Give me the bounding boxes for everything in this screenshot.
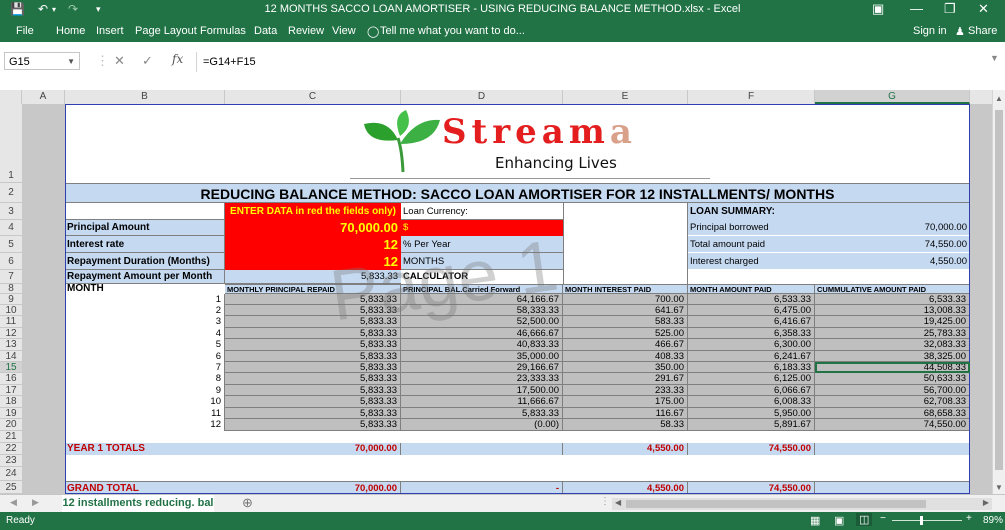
tab-formulas[interactable]: Formulas	[200, 25, 246, 37]
row-header-16[interactable]: 16	[0, 373, 22, 385]
tab-data[interactable]: Data	[254, 25, 277, 37]
row-header-13[interactable]: 13	[0, 339, 22, 351]
column-header-c[interactable]: C	[225, 90, 401, 104]
row-header-4[interactable]: 4	[0, 220, 22, 236]
more-sheets-icon: ⋮	[600, 496, 610, 507]
chevron-down-icon[interactable]: ▼	[67, 53, 75, 71]
zoom-slider[interactable]	[892, 520, 962, 521]
row-header-18[interactable]: 18	[0, 396, 22, 408]
tab-insert[interactable]: Insert	[96, 25, 124, 37]
hscroll-thumb[interactable]	[626, 500, 926, 508]
next-sheet-icon[interactable]: ▶	[32, 497, 39, 508]
row-header-15[interactable]: 15	[0, 362, 22, 373]
column-header-b[interactable]: B	[65, 90, 225, 104]
status-mode: Ready	[6, 515, 35, 526]
row-header-22[interactable]: 22	[0, 443, 22, 455]
ribbon-tabs: File Home Insert Page Layout Formulas Da…	[0, 20, 1005, 42]
row-header-6[interactable]: 6	[0, 253, 22, 270]
row-header-24[interactable]: 24	[0, 467, 22, 481]
row-header-25[interactable]: 25	[0, 481, 22, 494]
formula-bar: G15 ▼ ⋮ ✕ ✓ fx =G14+F15 ▼	[0, 42, 1005, 91]
restore-icon[interactable]: ❐	[944, 1, 956, 17]
column-header-f[interactable]: F	[688, 90, 815, 104]
column-header-d[interactable]: D	[401, 90, 563, 104]
scroll-up-icon[interactable]: ▲	[995, 94, 1003, 103]
horizontal-scrollbar[interactable]: ◀ ▶	[612, 498, 992, 510]
new-sheet-icon[interactable]: ⊕	[242, 495, 253, 511]
scroll-thumb[interactable]	[995, 110, 1003, 470]
close-icon[interactable]: ✕	[978, 1, 989, 17]
name-box-value: G15	[9, 56, 30, 68]
row-header-9[interactable]: 9	[0, 294, 22, 305]
ribbon-display-icon[interactable]: ▣	[872, 1, 884, 17]
tell-me-box[interactable]: Tell me what you want to do...	[380, 25, 525, 37]
sheet-tab-bar: ◀ ▶ 12 installments reducing. bal ⊕ ⋮ ◀ …	[0, 494, 1005, 514]
cancel-icon[interactable]: ✕	[114, 53, 125, 69]
selected-cell-g15[interactable]: 44,508.33	[815, 362, 970, 373]
name-box[interactable]: G15 ▼	[4, 52, 80, 70]
row-header-7[interactable]: 7	[0, 270, 22, 284]
row-header-14[interactable]: 14	[0, 351, 22, 362]
zoom-in-icon[interactable]: +	[966, 513, 972, 524]
column-headers: A B C D E F G	[0, 90, 1005, 104]
row-header-21[interactable]: 21	[0, 431, 22, 443]
column-header-a[interactable]: A	[22, 90, 65, 104]
column-a-background	[22, 104, 65, 494]
sign-in-link[interactable]: Sign in	[913, 25, 947, 37]
page-break-view-icon[interactable]: ◫	[856, 513, 873, 526]
page-layout-view-icon[interactable]: ▣	[834, 514, 844, 527]
zoom-level[interactable]: 89%	[983, 515, 1003, 526]
row-header-11[interactable]: 11	[0, 316, 22, 328]
more-icon: ⋮	[96, 53, 109, 68]
status-bar: Ready ▦ ▣ ◫ − + 89%	[0, 512, 1005, 530]
row-header-19[interactable]: 19	[0, 408, 22, 419]
column-header-e[interactable]: E	[563, 90, 688, 104]
row-header-23[interactable]: 23	[0, 455, 22, 467]
minimize-icon[interactable]: —	[910, 1, 923, 16]
row-header-8[interactable]: 8	[0, 284, 22, 294]
scroll-right-icon[interactable]: ▶	[983, 498, 989, 507]
tab-home[interactable]: Home	[56, 25, 85, 37]
title-bar: 💾 ↶ ▾ ↷ ▾ 12 MONTHS SACCO LOAN AMORTISER…	[0, 0, 1005, 20]
row-header-2[interactable]: 2	[0, 183, 22, 203]
user-icon: ♟	[955, 26, 965, 38]
window-title: 12 MONTHS SACCO LOAN AMORTISER - USING R…	[264, 3, 741, 15]
prev-sheet-icon[interactable]: ◀	[10, 497, 17, 508]
column-header-g[interactable]: G	[815, 90, 970, 104]
row-header-12[interactable]: 12	[0, 328, 22, 339]
row-header-20[interactable]: 20	[0, 419, 22, 431]
zoom-slider-thumb[interactable]	[920, 516, 923, 525]
tab-review[interactable]: Review	[288, 25, 324, 37]
tab-page-layout[interactable]: Page Layout	[135, 25, 197, 37]
row-header-10[interactable]: 10	[0, 305, 22, 316]
row-header-17[interactable]: 17	[0, 385, 22, 396]
formula-input[interactable]: =G14+F15	[196, 52, 998, 72]
scroll-left-icon[interactable]: ◀	[615, 498, 621, 507]
insert-function-icon[interactable]: fx	[172, 52, 183, 66]
tab-view[interactable]: View	[332, 25, 356, 37]
select-all-corner[interactable]	[0, 90, 22, 104]
scroll-down-icon[interactable]: ▼	[995, 483, 1003, 492]
expand-formula-icon[interactable]: ▼	[990, 53, 999, 63]
row-header-1[interactable]: 1	[0, 104, 22, 183]
row-header-3[interactable]: 3	[0, 203, 22, 220]
row-header-5[interactable]: 5	[0, 236, 22, 253]
outside-print-area	[970, 104, 992, 494]
lightbulb-icon: ◯	[367, 26, 380, 38]
share-button[interactable]: Share	[968, 25, 997, 37]
vertical-scrollbar[interactable]: ▲ ▼	[992, 90, 1005, 494]
zoom-out-icon[interactable]: −	[880, 513, 886, 524]
tab-file[interactable]: File	[16, 25, 34, 37]
enter-icon[interactable]: ✓	[142, 53, 153, 69]
normal-view-icon[interactable]: ▦	[810, 514, 820, 527]
